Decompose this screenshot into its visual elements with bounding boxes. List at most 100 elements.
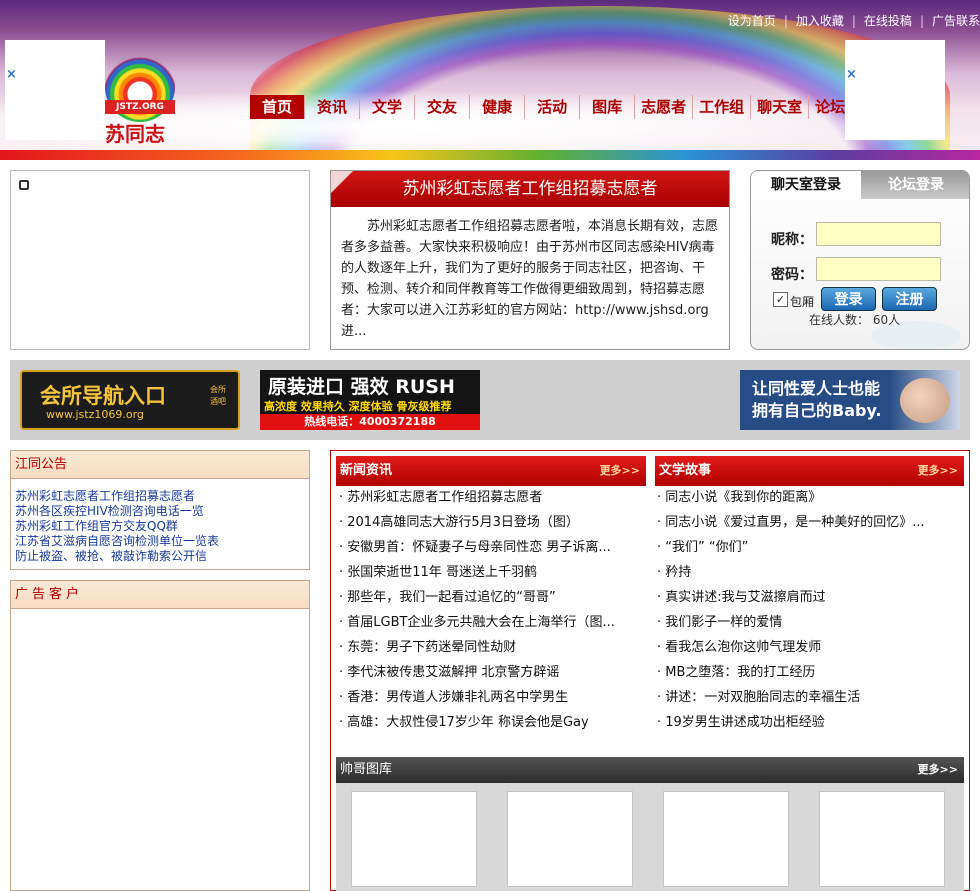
list-item[interactable]: · 看我怎么泡你这帅气理发师 [657, 635, 957, 660]
password-input[interactable] [816, 257, 941, 281]
ad-clients-title: 广告客户 [11, 581, 309, 609]
logo-text: 苏同志 [105, 122, 165, 146]
list-item[interactable]: · 东莞：男子下药迷晕同性劫财 [339, 635, 639, 660]
list-item[interactable]: · MB之堕落：我的打工经历 [657, 660, 957, 685]
close-icon[interactable]: × [846, 67, 857, 82]
gallery-thumbnail[interactable] [819, 791, 945, 887]
login-tabs: 聊天室登录 论坛登录 [751, 171, 969, 199]
nav-item-literature[interactable]: 文学 [360, 95, 416, 119]
literature-section-header: 文学故事 更多>> [655, 456, 964, 486]
club-nav-side: 会所酒吧 [210, 385, 226, 406]
news-more-link[interactable]: 更多>> [600, 456, 640, 486]
literature-section-title: 文学故事 [659, 463, 712, 478]
nav-item-news[interactable]: 资讯 [305, 95, 361, 119]
logo-domain: JSTZ.ORG [105, 100, 175, 114]
ad-contact-link[interactable]: 广告联系 [932, 14, 980, 28]
list-item[interactable]: · 同志小说《爱过直男，是一种美好的回忆》... [657, 510, 957, 535]
nav-item-chatroom[interactable]: 聊天室 [751, 95, 810, 119]
tab-chat-login[interactable]: 聊天室登录 [751, 171, 861, 199]
nav-item-gallery[interactable]: 图库 [580, 95, 636, 119]
list-item[interactable]: · 讲述：一对双胞胎同志的幸福生活 [657, 685, 957, 710]
list-item[interactable]: · 首届LGBT企业多元共融大会在上海举行（图... [339, 610, 639, 635]
online-count: 在线人数： 60人 [809, 313, 901, 327]
add-favorite-link[interactable]: 加入收藏 [796, 14, 844, 28]
password-label: 密码： [771, 267, 813, 283]
gallery-thumbnail[interactable] [663, 791, 789, 887]
list-item[interactable]: · 张国荣逝世11年 哥迷送上千羽鹤 [339, 560, 639, 585]
nav-item-events[interactable]: 活动 [525, 95, 581, 119]
nav-item-dating[interactable]: 交友 [415, 95, 471, 119]
login-panel: 聊天室登录 论坛登录 昵称： 密码： ✓ 包厢 登录 注册 在线人数： 60人 [750, 170, 970, 350]
baby-photo [900, 378, 950, 423]
list-item[interactable]: · 香港：男传道人涉嫌非礼两名中学男生 [339, 685, 639, 710]
baby-ad-banner[interactable]: 让同性爱人士也能 拥有自己的Baby. [740, 370, 960, 430]
list-item[interactable]: 苏州各区疾控HIV检测咨询电话一览 [15, 504, 219, 519]
announcement-title: 江同公告 [11, 451, 309, 479]
flash-placeholder [10, 170, 310, 350]
register-button[interactable]: 注册 [882, 287, 937, 311]
submit-article-link[interactable]: 在线投稿 [864, 14, 912, 28]
gallery-title: 帅哥图库 [340, 762, 393, 777]
nickname-input[interactable] [816, 222, 941, 246]
club-nav-url: www.jstz1069.org [46, 408, 144, 421]
floating-ad-left: × [5, 40, 105, 140]
list-item[interactable]: · 同志小说《我到你的距离》 [657, 485, 957, 510]
nav-item-volunteers[interactable]: 志愿者 [635, 95, 694, 119]
featured-news-body: 苏州彩虹志愿者工作组招募志愿者啦，本消息长期有效，志愿者多多益善。大家快来积极响… [341, 219, 719, 339]
corner-decoration [331, 171, 353, 193]
ad-clients-box: 广告客户 [10, 580, 310, 891]
divider: | [919, 14, 924, 28]
list-item[interactable]: · 19岁男生讲述成功出柜经验 [657, 710, 957, 735]
baby-ad-line2: 拥有自己的Baby. [752, 401, 882, 420]
divider: | [783, 14, 788, 28]
literature-list: · 同志小说《我到你的距离》 · 同志小说《爱过直男，是一种美好的回忆》... … [657, 485, 957, 735]
list-item[interactable]: · 矜持 [657, 560, 957, 585]
private-room-label: 包厢 [790, 295, 815, 309]
gallery-thumbnails [336, 783, 964, 891]
top-links: 设为首页 | 加入收藏 | 在线投稿 | 广告联系 [728, 12, 980, 29]
list-item[interactable]: · 安徽男首：怀疑妻子与母亲同性恋 男子诉离... [339, 535, 639, 560]
list-item[interactable]: · 我们影子一样的爱情 [657, 610, 957, 635]
list-item[interactable]: 防止被盗、被抢、被敲诈勒索公开信 [15, 549, 219, 564]
floating-ad-right: × [845, 40, 945, 140]
divider: | [851, 14, 856, 28]
content-box: 新闻资讯 更多>> · 苏州彩虹志愿者工作组招募志愿者 · 2014高雄同志大游… [330, 450, 970, 891]
list-item[interactable]: 苏州彩虹志愿者工作组招募志愿者 [15, 489, 219, 504]
rush-ad-banner[interactable]: 原装进口 强效 RUSH 高浓度 效果持久 深度体验 骨灰级推荐 热线电话：40… [260, 370, 480, 430]
nav-item-home[interactable]: 首页 [250, 95, 306, 119]
rainbow-strip [0, 150, 980, 160]
rush-ad-title: 原装进口 强效 RUSH [268, 376, 455, 398]
nickname-label: 昵称： [771, 232, 813, 248]
gallery-thumbnail[interactable] [507, 791, 633, 887]
list-item[interactable]: · 2014高雄同志大游行5月3日登场（图） [339, 510, 639, 535]
baby-ad-text: 让同性爱人士也能 拥有自己的Baby. [752, 378, 882, 422]
club-nav-banner[interactable]: 会所导航入口 www.jstz1069.org 会所酒吧 [20, 370, 240, 430]
list-item[interactable]: · 真实讲述:我与艾滋擦肩而过 [657, 585, 957, 610]
list-item[interactable]: · 李代沫被传患艾滋解押 北京警方辟谣 [339, 660, 639, 685]
gallery-more-link[interactable]: 更多>> [918, 757, 958, 783]
site-header: 设为首页 | 加入收藏 | 在线投稿 | 广告联系 JSTZ.ORG 苏同志 首页 资讯 文… [0, 0, 980, 160]
plugin-icon [19, 180, 29, 190]
close-icon[interactable]: × [6, 67, 17, 82]
list-item[interactable]: · 苏州彩虹志愿者工作组招募志愿者 [339, 485, 639, 510]
tab-forum-login[interactable]: 论坛登录 [861, 171, 969, 199]
gallery-thumbnail[interactable] [351, 791, 477, 887]
featured-news-title[interactable]: 苏州彩虹志愿者工作组招募志愿者 [331, 171, 729, 207]
site-logo[interactable]: JSTZ.ORG 苏同志 [105, 52, 177, 146]
private-room-checkbox[interactable]: ✓ [773, 292, 788, 307]
literature-more-link[interactable]: 更多>> [918, 456, 958, 486]
club-nav-title: 会所导航入口 [40, 384, 166, 408]
list-item[interactable]: · 高雄：大叔性侵17岁少年 称误会他是Gay [339, 710, 639, 735]
list-item[interactable]: 江苏省艾滋病自愿咨询检测单位一览表 [15, 534, 219, 549]
main-nav: 首页 资讯 文学 交友 健康 活动 图库 志愿者 工作组 聊天室 论坛 [250, 95, 853, 119]
banner-band: 会所导航入口 www.jstz1069.org 会所酒吧 原装进口 强效 RUS… [10, 360, 970, 440]
nav-item-workgroup[interactable]: 工作组 [693, 95, 752, 119]
nav-item-health[interactable]: 健康 [470, 95, 526, 119]
login-button[interactable]: 登录 [821, 287, 876, 311]
list-item[interactable]: · “我们” “你们” [657, 535, 957, 560]
list-item[interactable]: · 那些年，我们一起看过追忆的“哥哥” [339, 585, 639, 610]
page: 设为首页 | 加入收藏 | 在线投稿 | 广告联系 JSTZ.ORG 苏同志 首页 资讯 文… [0, 0, 980, 891]
list-item[interactable]: 苏州彩虹工作组官方交友QQ群 [15, 519, 219, 534]
baby-ad-line1: 让同性爱人士也能 [752, 379, 881, 398]
set-homepage-link[interactable]: 设为首页 [728, 14, 776, 28]
